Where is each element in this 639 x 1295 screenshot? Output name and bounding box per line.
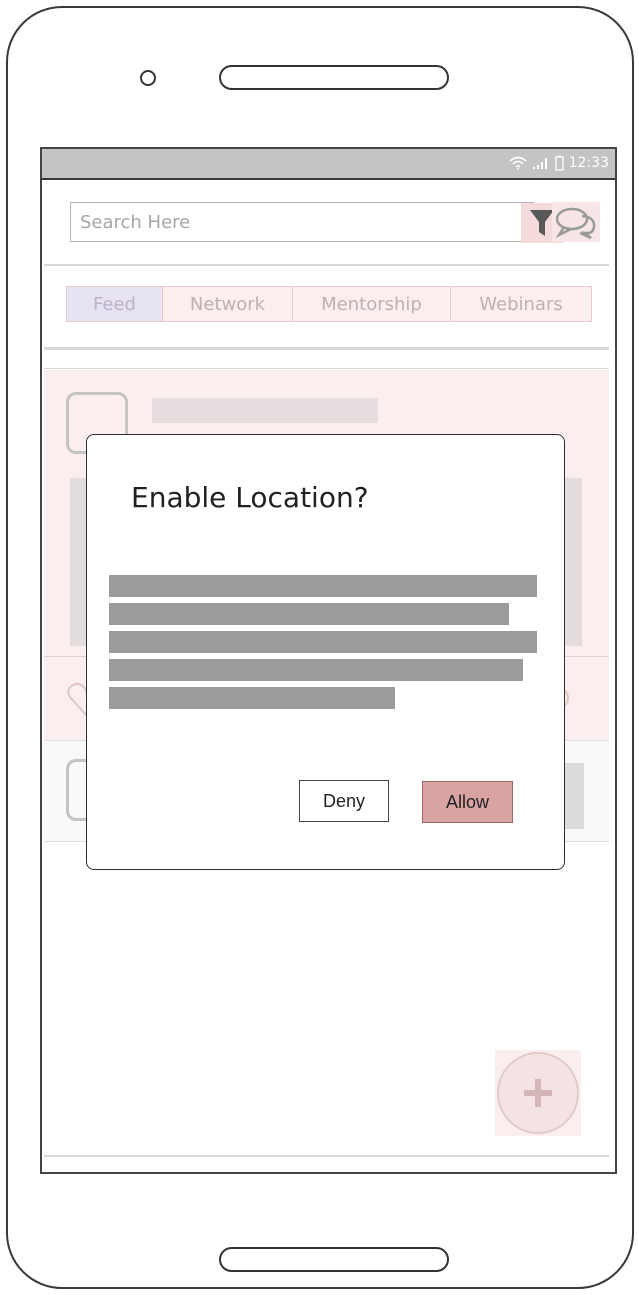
tab-mentorship[interactable]: Mentorship <box>293 287 451 321</box>
tab-feed[interactable]: Feed <box>67 287 163 321</box>
camera <box>140 70 156 86</box>
dialog-text-line <box>109 631 537 653</box>
status-indicators: 12:33 <box>509 155 609 171</box>
chat-button[interactable] <box>552 202 600 242</box>
plus-icon <box>524 1079 552 1107</box>
allow-button[interactable]: Allow <box>422 781 513 823</box>
header-divider <box>44 264 609 266</box>
location-permission-dialog: Enable Location? Deny Allow <box>86 434 565 870</box>
search-bar <box>70 202 563 243</box>
dialog-text-line <box>109 659 523 681</box>
status-time: 12:33 <box>568 155 609 171</box>
tab-webinars[interactable]: Webinars <box>451 287 591 321</box>
dialog-text-line <box>109 603 509 625</box>
feed-filter-strip <box>44 349 609 369</box>
deny-button[interactable]: Deny <box>299 780 389 822</box>
battery-icon <box>554 155 564 171</box>
home-button[interactable] <box>219 1247 449 1272</box>
chat-icon <box>555 207 596 239</box>
wifi-icon <box>509 156 527 170</box>
dialog-text-line <box>109 575 537 597</box>
dialog-title: Enable Location? <box>131 481 369 514</box>
add-post-button[interactable] <box>497 1052 579 1134</box>
bottom-divider <box>44 1155 609 1157</box>
tab-network[interactable]: Network <box>163 287 293 321</box>
post-author-placeholder <box>152 398 378 423</box>
status-bar: 12:33 <box>42 149 615 180</box>
tab-bar: Feed Network Mentorship Webinars <box>66 286 592 322</box>
signal-icon <box>532 158 547 169</box>
speaker <box>219 65 449 90</box>
dialog-text-line <box>109 687 395 709</box>
search-input[interactable] <box>71 203 491 241</box>
